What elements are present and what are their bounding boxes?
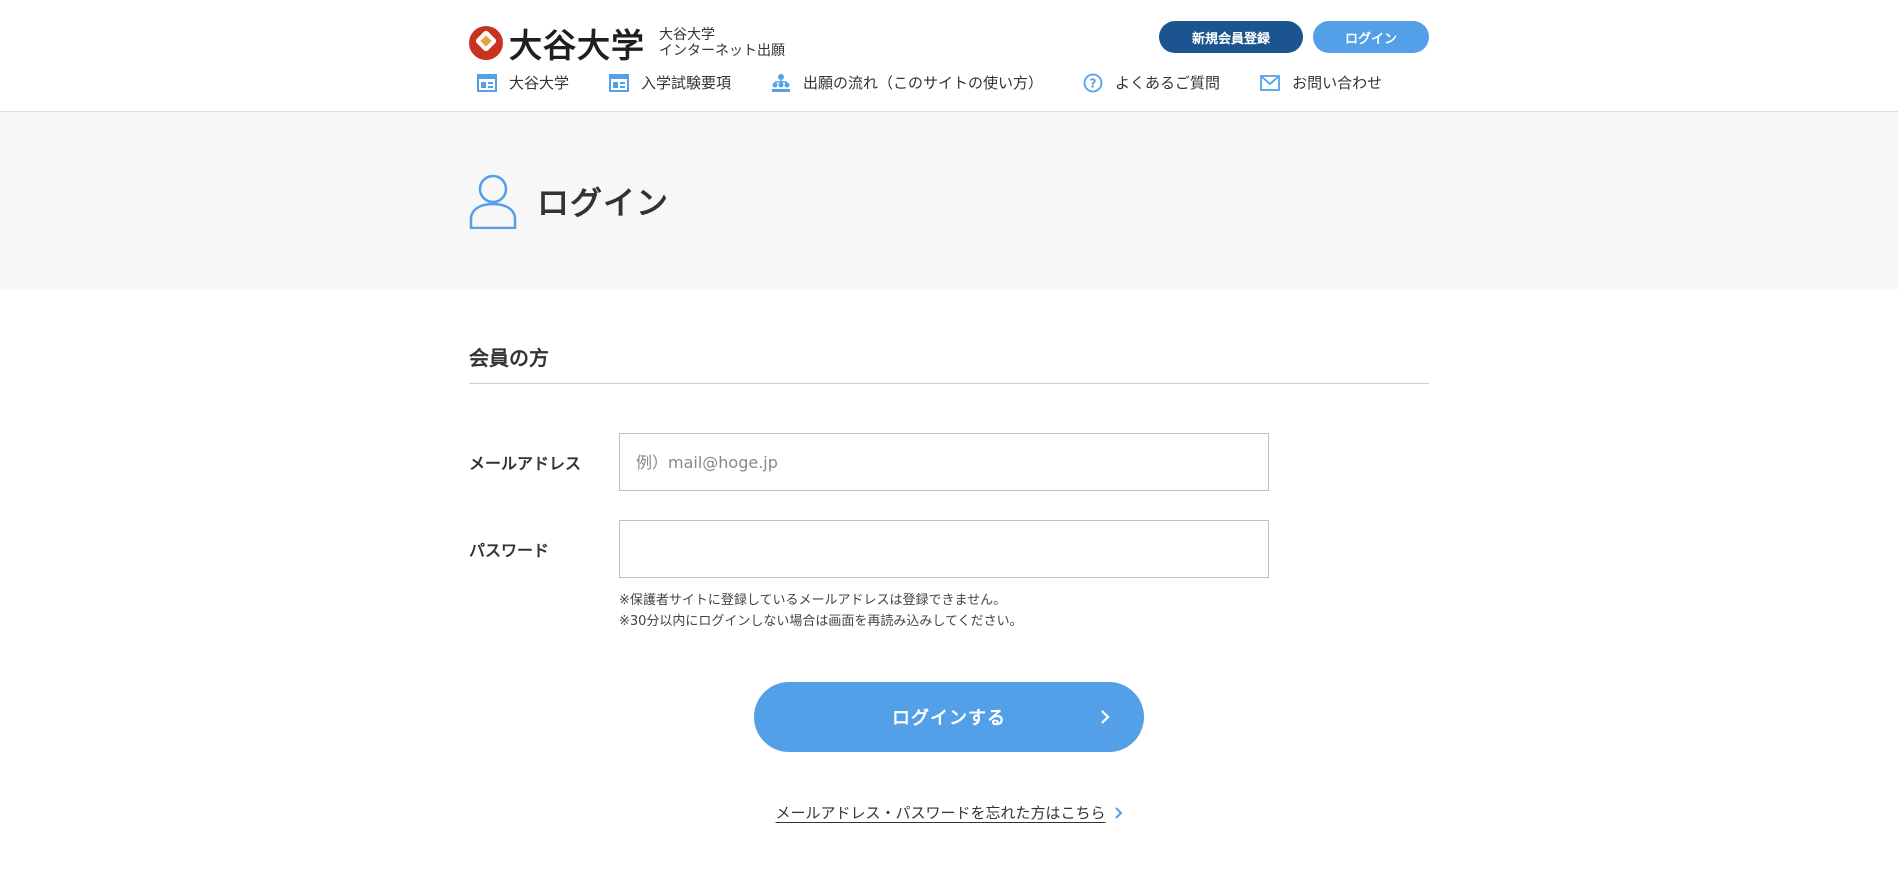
email-label: メールアドレス (469, 454, 582, 473)
email-input[interactable] (619, 433, 1269, 491)
password-label: パスワード (469, 541, 550, 560)
password-row: パスワード (469, 520, 1429, 578)
login-submit-label: ログインする (892, 708, 1006, 729)
page-icon (609, 73, 630, 92)
user-icon (469, 174, 517, 229)
nav-label: 入学試験要項 (641, 74, 732, 92)
logo-name: 大谷大学 (509, 26, 645, 65)
login-submit-button[interactable]: ログインする (754, 682, 1144, 752)
mail-icon (1260, 74, 1280, 91)
note-parent-site: ※保護者サイトに登録しているメールアドレスは登録できません。 (619, 593, 1007, 608)
svg-text:?: ? (1090, 76, 1097, 90)
nav-item-university[interactable]: 大谷大学 (477, 72, 569, 93)
university-seal-icon (469, 26, 503, 60)
nav-label: お問い合わせ (1292, 74, 1383, 92)
nav-label: 出願の流れ（このサイトの使い方） (803, 74, 1044, 92)
form-notes: ※保護者サイトに登録しているメールアドレスは登録できません。 ※30分以内にログ… (619, 590, 1429, 632)
nav-item-exam-guide[interactable]: 入学試験要項 (609, 72, 731, 93)
forgot-credentials-link[interactable]: メールアドレス・パスワードを忘れた方はこちら (775, 802, 1105, 823)
chevron-right-icon (1101, 710, 1110, 724)
nav-label: 大谷大学 (509, 74, 570, 92)
logo-sub-line2: インターネット出願 (659, 43, 785, 59)
site-header: 大谷大学 大谷大学 インターネット出願 新規会員登録 ログイン 大谷大学 入学試… (0, 0, 1898, 112)
nav-item-application-flow[interactable]: 出願の流れ（このサイトの使い方） (771, 72, 1043, 93)
forgot-wrap: メールアドレス・パスワードを忘れた方はこちら (469, 802, 1429, 823)
nav-item-faq[interactable]: ? よくあるご質問 (1083, 72, 1220, 93)
nav-item-contact[interactable]: お問い合わせ (1260, 72, 1382, 93)
nav-label: よくあるご質問 (1115, 74, 1221, 92)
chevron-right-icon (1114, 806, 1122, 819)
page-title-band: ログイン (0, 112, 1898, 290)
section-title: 会員の方 (469, 342, 1429, 384)
email-row: メールアドレス (469, 433, 1429, 491)
page-title: ログイン (537, 184, 670, 222)
header-buttons: 新規会員登録 ログイン (1159, 21, 1429, 53)
logo-subtitle: 大谷大学 インターネット出願 (659, 27, 785, 59)
login-main: 会員の方 メールアドレス パスワード ※保護者サイトに登録しているメールアドレス… (0, 342, 1898, 823)
password-input[interactable] (619, 520, 1269, 578)
question-icon: ? (1083, 73, 1103, 92)
submit-wrap: ログインする (469, 682, 1429, 752)
site-logo[interactable]: 大谷大学 大谷大学 インターネット出願 (469, 19, 785, 67)
note-timeout: ※30分以内にログインしない場合は画面を再読み込みしてください。 (619, 614, 1023, 629)
flow-icon (772, 73, 791, 92)
logo-sub-line1: 大谷大学 (659, 27, 715, 43)
global-nav: 大谷大学 入学試験要項 出願の流れ（このサイトの使い方） ? よくあるご質問 お… (477, 72, 1429, 93)
register-button[interactable]: 新規会員登録 (1159, 21, 1303, 53)
header-login-button[interactable]: ログイン (1313, 21, 1429, 53)
page-icon (477, 73, 497, 92)
